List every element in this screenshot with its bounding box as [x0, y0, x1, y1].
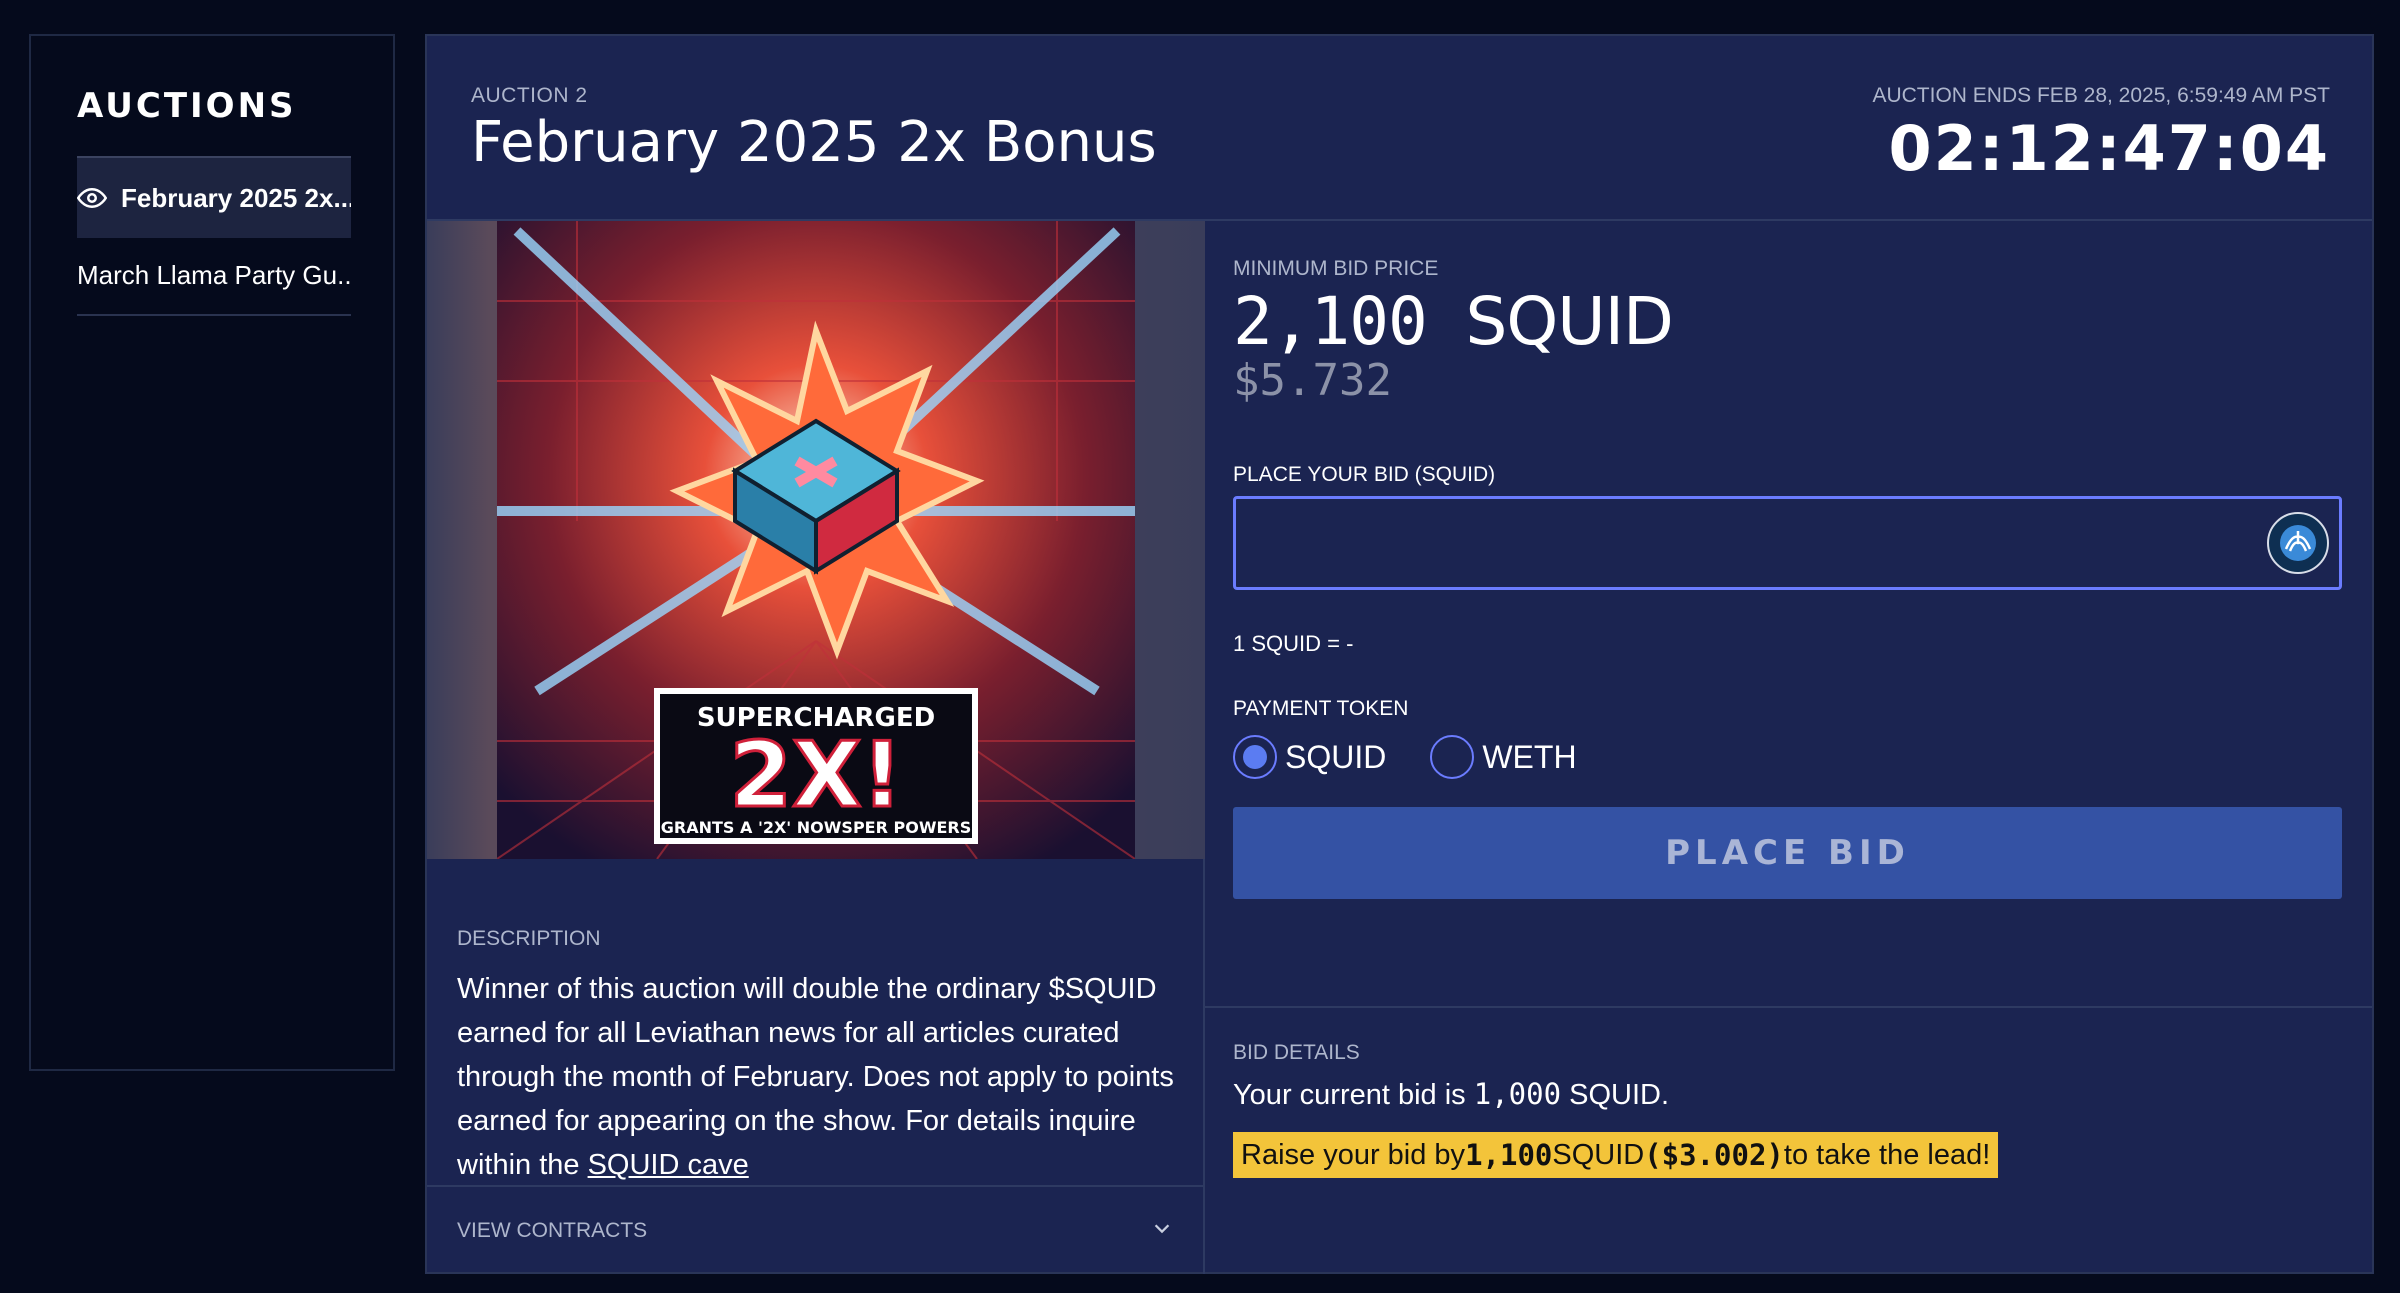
auction-image: SUPERCHARGED 2X! GRANTS A '2X' NOWSPER P…	[427, 221, 1205, 859]
token-option-squid[interactable]: SQUID	[1233, 735, 1386, 779]
bid-details-label: BID DETAILS	[1233, 1041, 1360, 1064]
minimum-bid-label: MINIMUM BID PRICE	[1233, 257, 1439, 280]
auction-number: AUCTION 2	[471, 84, 588, 107]
description-text: Winner of this auction will double the o…	[457, 967, 1187, 1187]
current-bid-text: Your current bid is 1,000 SQUID.	[1233, 1077, 1669, 1112]
current-bid-amount: 1,000	[1473, 1077, 1562, 1111]
auction-panel: AUCTION 2 February 2025 2x Bonus AUCTION…	[425, 34, 2374, 1274]
minimum-bid-price: 2,100 SQUID	[1233, 283, 1674, 360]
raise-prefix: Raise your bid by	[1241, 1138, 1466, 1171]
payment-token-label: PAYMENT TOKEN	[1233, 697, 1409, 720]
raise-unit: SQUID	[1552, 1138, 1645, 1171]
radio-selected[interactable]	[1233, 735, 1277, 779]
token-option-label: SQUID	[1285, 738, 1387, 775]
radio-unselected[interactable]	[1430, 735, 1475, 779]
eye-icon	[77, 183, 107, 213]
sidebar-item-label: February 2025 2x...	[121, 182, 351, 213]
bid-amount-input[interactable]	[1233, 496, 2342, 590]
current-bid-suffix: SQUID.	[1561, 1079, 1670, 1111]
description-label: DESCRIPTION	[457, 927, 601, 950]
raise-amount: 1,100	[1465, 1138, 1553, 1172]
minimum-bid-amount: 2,100	[1233, 283, 1428, 360]
minimum-bid-unit: SQUID	[1465, 283, 1673, 360]
view-contracts-toggle[interactable]: VIEW CONTRACTS	[427, 1185, 1205, 1274]
sidebar-item-february-2025[interactable]: February 2025 2x...	[77, 156, 351, 238]
view-contracts-label: VIEW CONTRACTS	[457, 1218, 648, 1242]
raise-suffix: to take the lead!	[1783, 1138, 1991, 1171]
raise-usd: ($3.002)	[1644, 1138, 1784, 1172]
current-bid-prefix: Your current bid is	[1233, 1079, 1474, 1111]
auction-end-time: AUCTION ENDS FEB 28, 2025, 6:59:49 AM PS…	[1872, 84, 2330, 107]
exchange-rate: 1 SQUID = -	[1233, 631, 1354, 656]
auction-header: AUCTION 2 February 2025 2x Bonus AUCTION…	[427, 36, 2372, 221]
place-bid-button[interactable]: PLACE BID	[1233, 807, 2342, 899]
supercharged-2x-artwork: SUPERCHARGED 2X! GRANTS A '2X' NOWSPER P…	[497, 221, 1135, 859]
chevron-down-icon	[1151, 1217, 1173, 1244]
bid-input-label: PLACE YOUR BID (SQUID)	[1233, 463, 1496, 486]
auction-info-column: SUPERCHARGED 2X! GRANTS A '2X' NOWSPER P…	[427, 221, 1205, 1274]
countdown-timer: 02:12:47:04	[1888, 112, 2330, 185]
token-option-label: WETH	[1482, 738, 1577, 775]
sidebar-title: AUCTIONS	[77, 86, 297, 126]
minimum-bid-usd: $5.732	[1233, 355, 1392, 406]
squid-cave-link[interactable]: SQUID cave	[588, 1149, 749, 1181]
sidebar-item-march-llama-party[interactable]: March Llama Party Gu...	[77, 260, 351, 316]
bid-column: MINIMUM BID PRICE 2,100 SQUID $5.732 PLA…	[1205, 221, 2372, 1274]
payment-token-options: SQUID WETH	[1233, 735, 1577, 779]
section-divider	[1205, 1006, 2372, 1008]
squid-token-icon	[2267, 512, 2329, 574]
auctions-sidebar: AUCTIONS February 2025 2x... March Llama…	[29, 34, 395, 1071]
token-option-weth[interactable]: WETH	[1430, 735, 1577, 779]
sidebar-item-label: March Llama Party Gu...	[77, 260, 351, 290]
raise-bid-notice: Raise your bid by 1,100 SQUID ($3.002) t…	[1233, 1132, 1999, 1178]
page-title: February 2025 2x Bonus	[471, 110, 1157, 175]
artwork-big-text: 2X!	[729, 723, 902, 828]
description-body: Winner of this auction will double the o…	[457, 973, 1174, 1181]
artwork-caption: GRANTS A '2X' NOWSPER POWERS	[661, 818, 971, 837]
